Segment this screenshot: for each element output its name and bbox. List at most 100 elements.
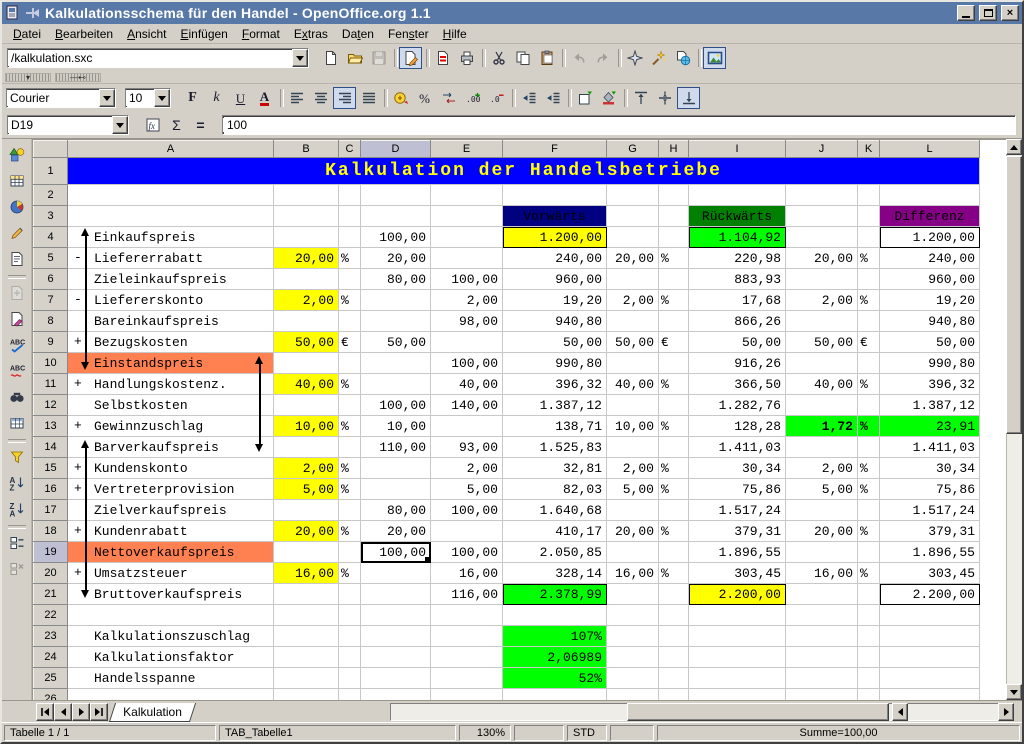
align-center-button[interactable]	[309, 87, 332, 109]
cell-I25[interactable]	[689, 668, 786, 689]
menu-fenster[interactable]: Fenster	[381, 25, 436, 43]
cell-F3[interactable]: Vorwärts	[503, 206, 607, 227]
cell-F12[interactable]: 1.387,12	[503, 395, 607, 416]
row-header-23[interactable]: 23	[34, 626, 68, 647]
cell-C11[interactable]: %	[339, 374, 361, 395]
cell-G8[interactable]	[607, 311, 659, 332]
insert-cells-button[interactable]	[4, 168, 30, 193]
row-header-7[interactable]: 7	[34, 290, 68, 311]
cell-L6[interactable]: 960,00	[880, 269, 980, 290]
cell-F26[interactable]	[503, 689, 607, 701]
cell-J13[interactable]: 1,72	[786, 416, 858, 437]
cell-C7[interactable]: %	[339, 290, 361, 311]
cell-J7[interactable]: 2,00	[786, 290, 858, 311]
font-color-button[interactable]: A	[253, 87, 276, 109]
cell-L9[interactable]: 50,00	[880, 332, 980, 353]
cell-E22[interactable]	[431, 605, 503, 626]
cell-F8[interactable]: 940,80	[503, 311, 607, 332]
toolbar-pin-handle[interactable]: —⊷	[55, 73, 101, 82]
cell-I26[interactable]	[689, 689, 786, 701]
cell-F21[interactable]: 2.378,99	[503, 584, 607, 605]
cell-H17[interactable]	[659, 500, 689, 521]
cell-D10[interactable]	[361, 353, 431, 374]
cell-D24[interactable]	[361, 647, 431, 668]
cell-A22[interactable]	[68, 605, 274, 626]
cell-F14[interactable]: 1.525,83	[503, 437, 607, 458]
minimize-button[interactable]	[957, 5, 975, 21]
cell-C22[interactable]	[339, 605, 361, 626]
cell-H7[interactable]: %	[659, 290, 689, 311]
find-replace-button[interactable]	[4, 384, 30, 409]
cell-A24[interactable]: Kalkulationsfaktor	[68, 647, 274, 668]
cell-K14[interactable]	[858, 437, 880, 458]
row-header-2[interactable]: 2	[34, 185, 68, 206]
flow-arrow-purchase[interactable]	[81, 228, 90, 370]
cell-L10[interactable]: 990,80	[880, 353, 980, 374]
cell-I16[interactable]: 75,86	[689, 479, 786, 500]
cell-G21[interactable]	[607, 584, 659, 605]
row-header-11[interactable]: 11	[34, 374, 68, 395]
cell-H16[interactable]: %	[659, 479, 689, 500]
cell-G16[interactable]: 5,00	[607, 479, 659, 500]
row-header-24[interactable]: 24	[34, 647, 68, 668]
cell-E24[interactable]	[431, 647, 503, 668]
cell-F18[interactable]: 410,17	[503, 521, 607, 542]
row-header-25[interactable]: 25	[34, 668, 68, 689]
insert-object-button[interactable]	[4, 142, 30, 167]
cell-C12[interactable]	[339, 395, 361, 416]
vscroll-down-button[interactable]	[1006, 684, 1022, 700]
cell-A5[interactable]: -Liefererrabatt	[68, 248, 274, 269]
cell-B12[interactable]	[274, 395, 339, 416]
cell-C24[interactable]	[339, 647, 361, 668]
cell-G10[interactable]	[607, 353, 659, 374]
cell-F10[interactable]: 990,80	[503, 353, 607, 374]
align-justify-button[interactable]	[357, 87, 380, 109]
cell-B24[interactable]	[274, 647, 339, 668]
cell-D5[interactable]: 20,00	[361, 248, 431, 269]
cut-button[interactable]	[487, 47, 510, 69]
save-document-button[interactable]	[367, 47, 390, 69]
autoformat-button[interactable]	[4, 280, 30, 305]
cell-K8[interactable]	[858, 311, 880, 332]
cell-L20[interactable]: 303,45	[880, 563, 980, 584]
autopilot-button[interactable]	[647, 47, 670, 69]
cell-J9[interactable]: 50,00	[786, 332, 858, 353]
cell-I7[interactable]: 17,68	[689, 290, 786, 311]
toolbar-handle[interactable]: ▾	[5, 73, 51, 82]
column-header-H[interactable]: H	[659, 141, 689, 158]
cell-E2[interactable]	[431, 185, 503, 206]
row-header-8[interactable]: 8	[34, 311, 68, 332]
cell-K18[interactable]: %	[858, 521, 880, 542]
cell-H6[interactable]	[659, 269, 689, 290]
tab-first-button[interactable]	[36, 703, 54, 721]
cell-A18[interactable]: +Kundenrabatt	[68, 521, 274, 542]
web-document-button[interactable]	[671, 47, 694, 69]
menu-daten[interactable]: Daten	[335, 25, 381, 43]
cell-J26[interactable]	[786, 689, 858, 701]
cell-E8[interactable]: 98,00	[431, 311, 503, 332]
cell-H20[interactable]: %	[659, 563, 689, 584]
menu-ansicht[interactable]: Ansicht	[120, 25, 173, 43]
cell-E5[interactable]	[431, 248, 503, 269]
cell-G13[interactable]: 10,00	[607, 416, 659, 437]
cell-E18[interactable]	[431, 521, 503, 542]
cell-K6[interactable]	[858, 269, 880, 290]
cell-K2[interactable]	[858, 185, 880, 206]
application-icon[interactable]	[5, 5, 21, 21]
cell-H12[interactable]	[659, 395, 689, 416]
cell-A14[interactable]: Barverkaufspreis	[68, 437, 274, 458]
open-document-button[interactable]	[343, 47, 366, 69]
background-color-button[interactable]	[597, 87, 620, 109]
cell-G3[interactable]	[607, 206, 659, 227]
cell-B17[interactable]	[274, 500, 339, 521]
cell-D2[interactable]	[361, 185, 431, 206]
cell-C10[interactable]	[339, 353, 361, 374]
cell-A3[interactable]	[68, 206, 274, 227]
title-bar[interactable]: Kalkulationsschema für den Handel - Open…	[2, 2, 1022, 24]
column-header-I[interactable]: I	[689, 141, 786, 158]
cell-G7[interactable]: 2,00	[607, 290, 659, 311]
cell-C15[interactable]: %	[339, 458, 361, 479]
cell-E13[interactable]	[431, 416, 503, 437]
cell-L7[interactable]: 19,20	[880, 290, 980, 311]
cell-I22[interactable]	[689, 605, 786, 626]
